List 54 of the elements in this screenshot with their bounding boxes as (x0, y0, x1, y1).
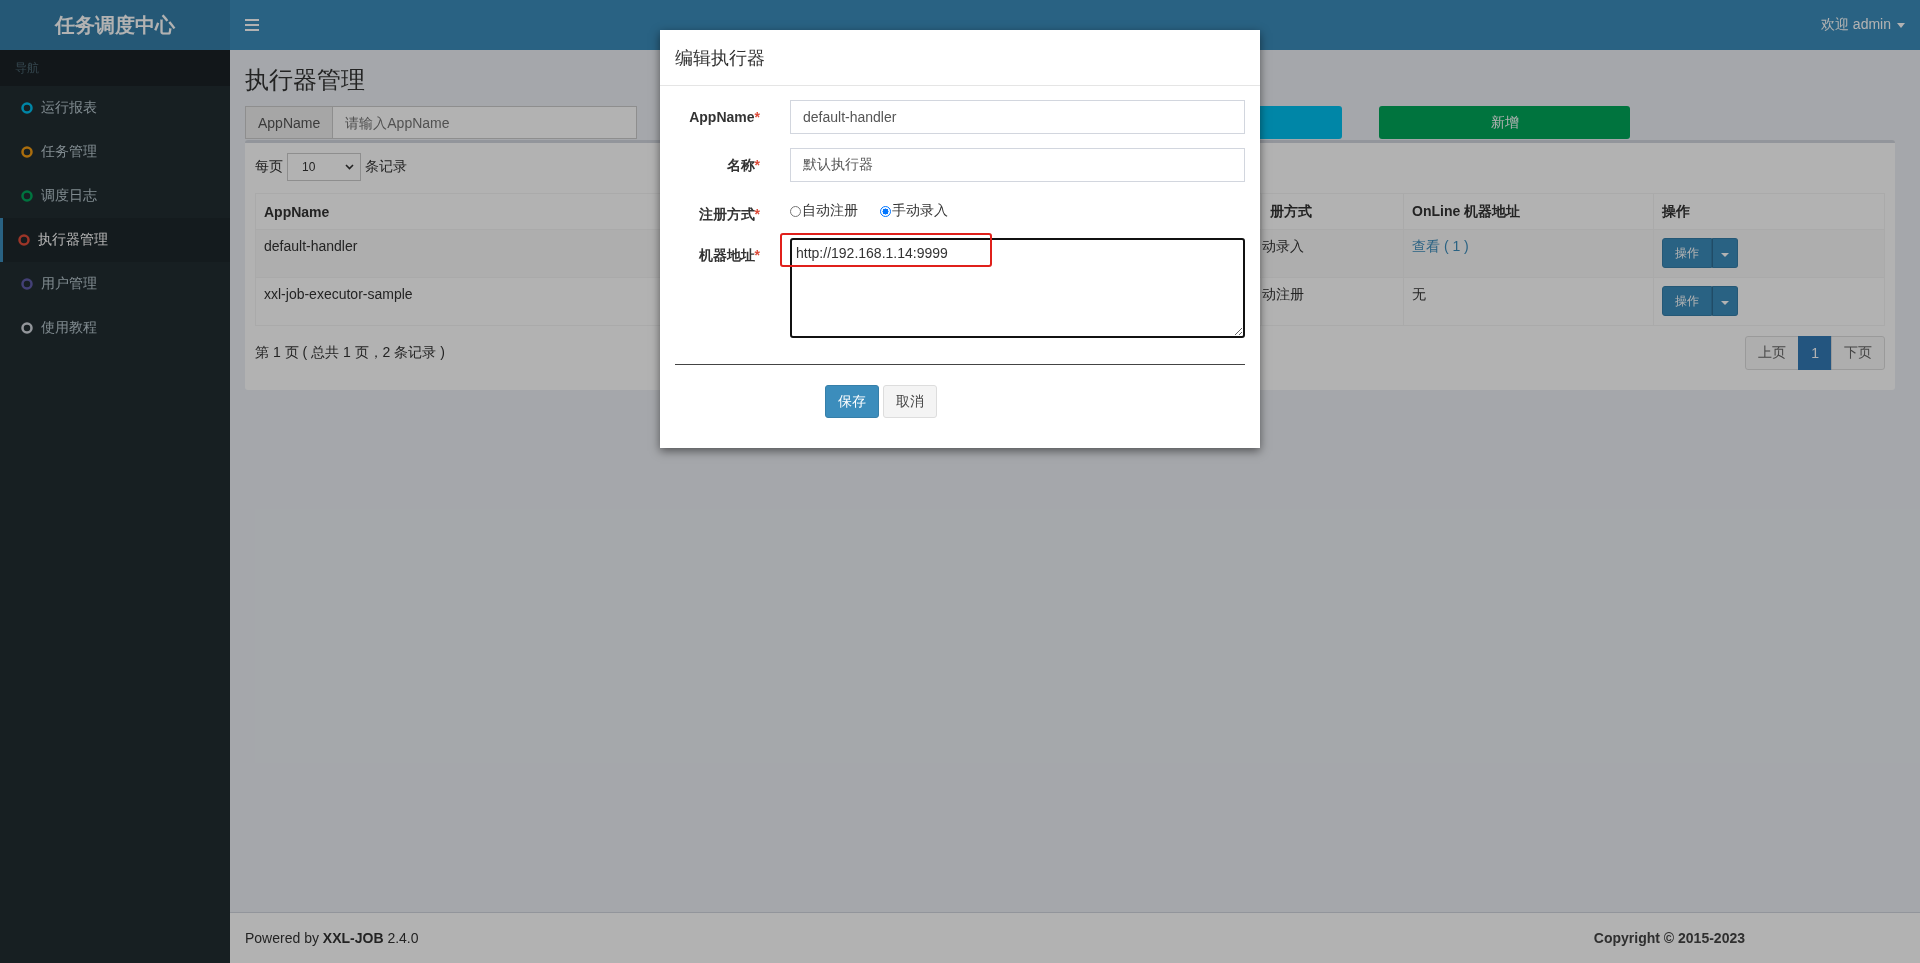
page-size-label: 每页 (255, 158, 283, 176)
dropdown-toggle[interactable] (1712, 286, 1738, 316)
required-mark: * (754, 157, 760, 173)
sidebar-item[interactable]: 使用教程 (0, 306, 230, 350)
field-label: 名称 (726, 157, 755, 173)
next-page-button[interactable]: 下页 (1831, 336, 1885, 370)
page-button[interactable]: 1 (1798, 336, 1832, 370)
field-label: AppName (689, 109, 755, 125)
text-field[interactable]: default-handler (790, 100, 1245, 134)
copyright-text: Copyright © 2015-2023 (1593, 930, 1745, 946)
field-label: 注册方式 (698, 206, 755, 222)
powered-by-text: Powered by XXL-JOB 2.4.0 (245, 930, 419, 946)
required-mark: * (754, 109, 760, 125)
sidebar-item[interactable]: 任务管理 (0, 130, 230, 174)
sidebar-item[interactable]: 调度日志 (0, 174, 230, 218)
previous-page-button[interactable]: 上页 (1745, 336, 1800, 370)
action-button[interactable]: 操作 (1662, 238, 1712, 268)
user-menu[interactable]: 欢迎 admin (1820, 16, 1905, 34)
action-button[interactable]: 操作 (1662, 286, 1712, 316)
caret-icon (1897, 22, 1905, 28)
cancel-button[interactable]: 取消 (883, 385, 937, 418)
radio-label[interactable]: 手动录入 (892, 202, 948, 220)
caret-icon (1721, 253, 1729, 257)
sidebar-item[interactable]: 运行报表 (0, 86, 230, 130)
sidebar-item[interactable]: 用户管理 (0, 262, 230, 306)
logo-text[interactable]: 任务调度中心 (0, 0, 230, 50)
required-mark: * (754, 206, 760, 222)
address-field[interactable]: http://192.168.1.14:9999 (790, 238, 1245, 338)
page-title: 执行器管理 (245, 65, 366, 95)
required-mark: * (754, 247, 760, 263)
text-field[interactable]: 默认执行器 (790, 148, 1245, 182)
save-button[interactable]: 保存 (825, 385, 879, 418)
table-cell: 动注册 (1261, 278, 1403, 325)
view-link[interactable]: 查看 ( 1 ) (1412, 238, 1469, 254)
page-size-select[interactable]: 10 (287, 153, 361, 181)
caret-icon (1721, 301, 1729, 305)
field-label: 机器地址 (698, 247, 755, 263)
table-cell-text: default-handler (263, 237, 359, 256)
radio-label[interactable]: 自动注册 (802, 202, 858, 220)
add-button[interactable]: 新增 (1379, 106, 1630, 139)
table-cell: 动录入 (1261, 230, 1403, 277)
search-label: AppName (245, 106, 334, 139)
page-summary: 第 1 页 ( 总共 1 页，2 条记录 ) (255, 344, 445, 362)
dropdown-toggle[interactable] (1712, 238, 1738, 268)
column-header: AppName (263, 202, 331, 222)
chevron-icon (345, 164, 354, 170)
search-field[interactable]: 请输入AppName (333, 106, 637, 139)
page-size-label: 条记录 (365, 158, 407, 176)
sidebar-item[interactable]: 执行器管理 (0, 218, 230, 262)
dialog-title: 编辑执行器 (675, 46, 765, 70)
table-cell-text: xxl-job-executor-sample (263, 285, 414, 304)
radio-button[interactable] (880, 205, 891, 217)
menu-icon[interactable] (245, 19, 259, 31)
table-cell: 无 (1412, 286, 1426, 302)
